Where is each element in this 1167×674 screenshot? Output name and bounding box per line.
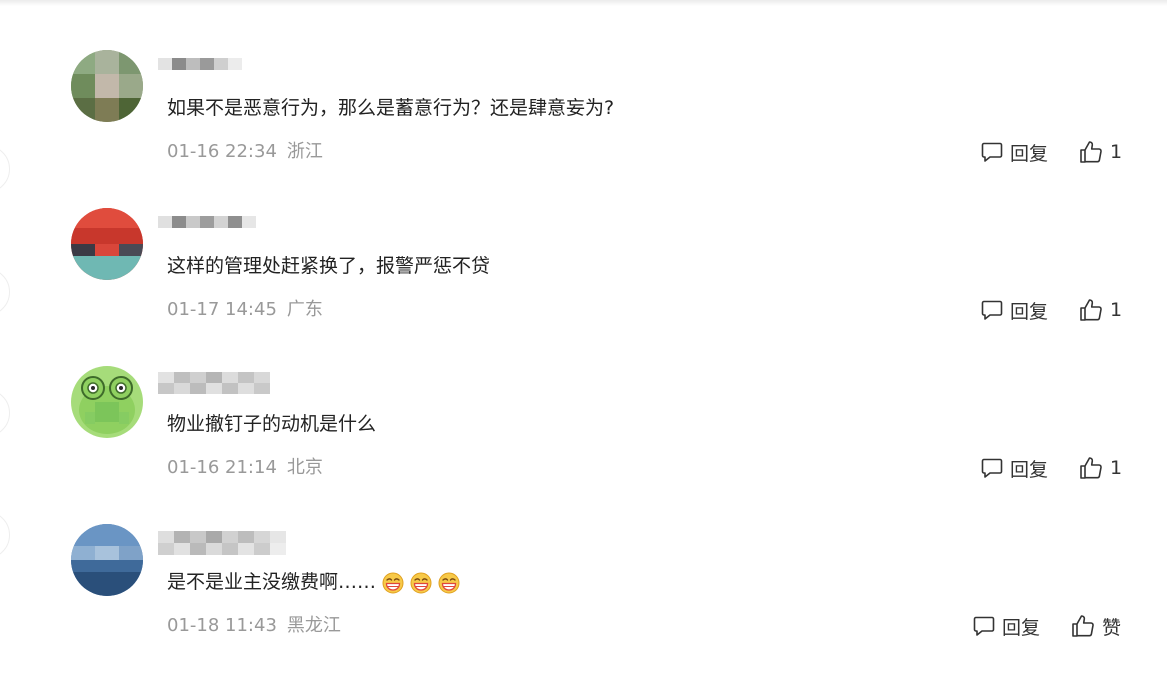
reply-label: 回复 <box>1010 458 1049 481</box>
speech-bubble-icon <box>981 300 1003 320</box>
username-blurred[interactable] <box>158 54 248 74</box>
username-blurred[interactable] <box>158 528 294 555</box>
comment-location: 北京 <box>286 457 323 478</box>
like-count: 1 <box>1110 299 1123 321</box>
speech-bubble-icon <box>981 142 1003 162</box>
grinning-face-emoji <box>438 572 460 593</box>
avatar[interactable] <box>71 366 143 438</box>
reply-label: 回复 <box>1010 300 1049 323</box>
comment-meta: 01-16 22:34 浙江 <box>167 140 323 164</box>
username-blurred[interactable] <box>158 212 268 232</box>
speech-bubble-icon <box>973 616 995 636</box>
comment-text: 物业撤钉子的动机是什么 <box>167 413 377 435</box>
like-count: 1 <box>1110 457 1123 479</box>
like-count: 1 <box>1110 141 1123 163</box>
comment-location: 广东 <box>286 299 323 320</box>
thumbs-up-icon <box>1080 457 1102 479</box>
comment-item: 是不是业主没缴费啊…… 01-18 11:43 黑龙江 回复 赞 <box>0 524 1167 674</box>
thumbs-up-icon <box>1072 615 1094 637</box>
reply-button[interactable]: 回复 <box>980 453 1048 483</box>
comment-item: 如果不是恶意行为，那么是蓄意行为？还是肆意妄为? 01-16 22:34 浙江 回… <box>0 50 1167 200</box>
comment-text-content: 是不是业主没缴费啊…… <box>167 571 377 593</box>
like-button[interactable]: 1 <box>1078 453 1122 483</box>
comment-item: 这样的管理处赶紧换了，报警严惩不贷 01-17 14:45 广东 回复 1 <box>0 208 1167 358</box>
thumbs-up-icon <box>1080 141 1102 163</box>
comment-time: 01-18 11:43 <box>167 615 277 636</box>
comment-location: 浙江 <box>286 141 323 162</box>
comment-location: 黑龙江 <box>286 615 341 636</box>
speech-bubble-icon <box>981 458 1003 478</box>
comment-text: 这样的管理处赶紧换了，报警严惩不贷 <box>167 255 491 277</box>
username-blurred[interactable] <box>158 370 282 394</box>
avatar[interactable] <box>71 524 143 596</box>
like-button[interactable]: 1 <box>1078 137 1122 167</box>
reply-button[interactable]: 回复 <box>980 137 1048 167</box>
reply-label: 回复 <box>1002 616 1041 639</box>
comment-text: 如果不是恶意行为，那么是蓄意行为？还是肆意妄为? <box>167 97 615 119</box>
comment-text: 是不是业主没缴费啊…… <box>167 568 460 596</box>
thumbs-up-icon <box>1080 299 1102 321</box>
comment-meta: 01-16 21:14 北京 <box>167 456 323 480</box>
comment-meta: 01-18 11:43 黑龙江 <box>167 614 341 638</box>
avatar[interactable] <box>71 50 143 122</box>
avatar[interactable] <box>71 208 143 280</box>
like-button[interactable]: 1 <box>1078 295 1122 325</box>
reply-button[interactable]: 回复 <box>980 295 1048 325</box>
like-label: 赞 <box>1102 616 1122 639</box>
comment-item: 物业撤钉子的动机是什么 01-16 21:14 北京 回复 1 <box>0 366 1167 516</box>
comment-time: 01-16 22:34 <box>167 141 277 162</box>
reply-button[interactable]: 回复 <box>972 611 1040 641</box>
comment-meta: 01-17 14:45 广东 <box>167 298 323 322</box>
comment-time: 01-17 14:45 <box>167 299 277 320</box>
top-divider-shadow <box>0 0 1167 6</box>
comment-time: 01-16 21:14 <box>167 457 277 478</box>
grinning-face-emoji <box>410 572 432 593</box>
grinning-face-emoji <box>382 572 404 593</box>
like-button[interactable]: 赞 <box>1070 611 1121 641</box>
reply-label: 回复 <box>1010 142 1049 165</box>
